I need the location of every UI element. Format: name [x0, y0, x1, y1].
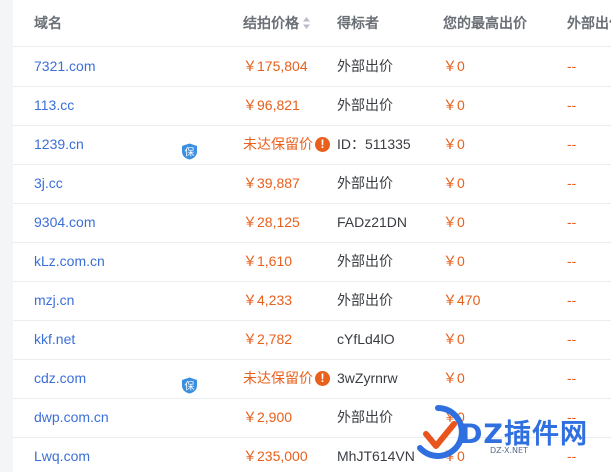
winner: 外部出价: [337, 253, 393, 269]
winner: 外部出价: [337, 97, 393, 113]
external-bid: --: [567, 175, 577, 191]
domain-link[interactable]: cdz.com: [34, 359, 184, 398]
price-value: ￥28,125: [243, 214, 300, 230]
domain-link[interactable]: 7321.com: [34, 47, 184, 86]
shield-icon: 保: [181, 136, 198, 160]
warning-icon[interactable]: !: [315, 370, 330, 386]
header-winner: 得标者: [337, 15, 379, 31]
final-price: 未达保留价!: [243, 359, 348, 398]
price-value: 未达保留价: [243, 370, 313, 386]
final-price: ￥175,804: [243, 47, 338, 86]
my-highest-bid: ￥0: [443, 58, 465, 74]
final-price: ￥235,000: [243, 437, 338, 472]
price-value: ￥4,233: [243, 292, 293, 308]
header-price-label: 结拍价格: [243, 15, 299, 31]
final-price: 未达保留价!: [243, 125, 348, 164]
sort-icon[interactable]: [303, 17, 310, 30]
table-header: 域名 结拍价格 得标者 您的最高出价 外部出价: [13, 0, 611, 47]
domain-link[interactable]: kkf.net: [34, 320, 184, 359]
final-price: ￥28,125: [243, 203, 338, 242]
domain-link[interactable]: Lwq.com: [34, 437, 184, 472]
final-price: ￥1,610: [243, 242, 338, 281]
table-row: kLz.com.cn ￥1,610 外部出价 ￥0 --: [13, 242, 611, 282]
my-highest-bid: ￥0: [443, 175, 465, 191]
external-bid: --: [567, 253, 577, 269]
winner: 外部出价: [337, 175, 393, 191]
external-bid: --: [567, 370, 577, 386]
price-value: ￥235,000: [243, 448, 308, 464]
final-price: ￥2,782: [243, 320, 338, 359]
domain-link[interactable]: kLz.com.cn: [34, 242, 184, 281]
winner: 外部出价: [337, 292, 393, 308]
table-row: 9304.com ￥28,125 FADz21DN ￥0 --: [13, 203, 611, 243]
price-value: ￥1,610: [243, 253, 293, 269]
guarantee-badge-cell: 保: [181, 359, 205, 398]
domain-link[interactable]: mzj.cn: [34, 281, 184, 320]
shield-icon: 保: [181, 370, 198, 394]
final-price: ￥4,233: [243, 281, 338, 320]
my-highest-bid: ￥470: [443, 292, 481, 308]
warning-icon[interactable]: !: [315, 136, 330, 152]
domain-link[interactable]: dwp.com.cn: [34, 398, 184, 437]
svg-text:保: 保: [185, 145, 195, 158]
external-bid: --: [567, 58, 577, 74]
domain-link[interactable]: 1239.cn: [34, 125, 184, 164]
domain-link[interactable]: 3j.cc: [34, 164, 184, 203]
table-row: 3j.cc ￥39,887 外部出价 ￥0 --: [13, 164, 611, 204]
external-bid: --: [567, 331, 577, 347]
external-bid: --: [567, 97, 577, 113]
table-row: 1239.cn 保未达保留价! ID：511335 ￥0 --: [13, 125, 611, 165]
header-price[interactable]: 结拍价格: [243, 0, 338, 46]
svg-text:保: 保: [185, 379, 195, 392]
price-value: ￥39,887: [243, 175, 300, 191]
price-value: ￥2,782: [243, 331, 293, 347]
price-value: ￥175,804: [243, 58, 308, 74]
winner: 外部出价: [337, 58, 393, 74]
header-my-bid: 您的最高出价: [443, 15, 527, 31]
external-bid: --: [567, 214, 577, 230]
price-value: ￥96,821: [243, 97, 300, 113]
table-row: kkf.net ￥2,782 cYfLd4lO ￥0 --: [13, 320, 611, 360]
winner: cYfLd4lO: [337, 331, 395, 347]
header-domain: 域名: [34, 15, 62, 31]
header-external: 外部出价: [567, 15, 611, 31]
domain-link[interactable]: 9304.com: [34, 203, 184, 242]
watermark-subtext: DZ-X.NET: [490, 446, 528, 455]
domain-link[interactable]: 113.cc: [34, 86, 184, 125]
my-highest-bid: ￥0: [443, 136, 465, 152]
my-highest-bid: ￥0: [443, 97, 465, 113]
my-highest-bid: ￥0: [443, 214, 465, 230]
table-row: 7321.com ￥175,804 外部出价 ￥0 --: [13, 47, 611, 87]
final-price: ￥2,900: [243, 398, 338, 437]
table-row: 113.cc ￥96,821 外部出价 ￥0 --: [13, 86, 611, 126]
final-price: ￥39,887: [243, 164, 338, 203]
external-bid: --: [567, 136, 577, 152]
winner: ID：511335: [337, 136, 411, 152]
final-price: ￥96,821: [243, 86, 338, 125]
watermark-logo: DZ插件网 DZ-X.NET: [410, 398, 611, 472]
winner: FADz21DN: [337, 214, 408, 230]
winner: 3wZyrnrw: [337, 370, 398, 386]
guarantee-badge-cell: 保: [181, 125, 205, 164]
my-highest-bid: ￥0: [443, 331, 465, 347]
table-row: cdz.com 保未达保留价! 3wZyrnrw ￥0 --: [13, 359, 611, 399]
price-value: 未达保留价: [243, 136, 313, 152]
my-highest-bid: ￥0: [443, 253, 465, 269]
price-value: ￥2,900: [243, 409, 293, 425]
external-bid: --: [567, 292, 577, 308]
table-row: mzj.cn ￥4,233 外部出价 ￥470 --: [13, 281, 611, 321]
my-highest-bid: ￥0: [443, 370, 465, 386]
